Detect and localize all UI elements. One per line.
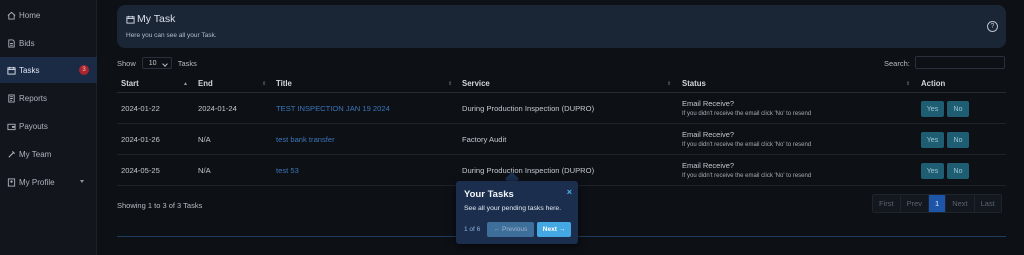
pagination-page-1[interactable]: 1 (929, 195, 947, 212)
pagination-next[interactable]: Next (946, 195, 975, 212)
profile-icon (6, 177, 16, 187)
end-date: N/A (198, 135, 211, 144)
home-icon (6, 10, 16, 20)
show-label: Show (117, 58, 136, 68)
pagination-last[interactable]: Last (974, 195, 1001, 212)
tasks-label: Tasks (177, 58, 197, 68)
tour-previous-button[interactable]: ← Previous (487, 222, 534, 237)
close-icon[interactable]: × (567, 187, 572, 197)
column-header-start[interactable]: Start (121, 79, 139, 88)
pagination: First Prev 1 Next Last (872, 194, 1002, 213)
tasks-table: Start ▲ End ⇕ Title ⇕ Service ⇕ Status ⇕… (117, 75, 1006, 186)
column-header-title[interactable]: Title (276, 79, 292, 88)
calendar-icon (6, 65, 16, 75)
column-header-service[interactable]: Service (462, 79, 490, 88)
no-button[interactable]: No (947, 101, 969, 117)
status-note: If you didn't receive the email click 'N… (682, 173, 812, 179)
sidebar-item-tasks[interactable]: Tasks 3 (0, 57, 97, 83)
chevron-down-icon (80, 180, 84, 183)
sidebar-item-label: Payouts (19, 121, 48, 131)
page-title: My Task (126, 13, 175, 25)
sort-icon: ⇕ (448, 81, 453, 87)
no-button[interactable]: No (947, 132, 969, 148)
sidebar-item-reports[interactable]: Reports (0, 85, 97, 111)
page-size-control: Show 10 Tasks (117, 57, 197, 69)
search-input[interactable] (915, 56, 1005, 69)
sidebar: Home Bids Tasks 3 Reports Payouts My Tea… (0, 0, 97, 255)
start-date: 2024-01-26 (121, 135, 160, 144)
yes-button[interactable]: Yes (921, 101, 944, 117)
search-label: Search: (884, 59, 910, 68)
sidebar-item-bids[interactable]: Bids (0, 30, 97, 56)
tour-next-button[interactable]: Next → (537, 222, 571, 237)
task-title-link[interactable]: TEST INSPECTION JAN 19 2024 (276, 104, 390, 113)
service: During Production Inspection (DUPRO) (462, 166, 595, 175)
page-subtitle: Here you can see all your Task. (126, 32, 217, 39)
sort-icon: ⇕ (906, 81, 911, 87)
table-row: 2024-01-22 2024-01-24 TEST INSPECTION JA… (117, 93, 1006, 124)
help-icon[interactable]: ? (987, 21, 998, 32)
sidebar-item-my-team[interactable]: My Team (0, 141, 97, 167)
sort-icon: ⇕ (667, 81, 672, 87)
calendar-icon (126, 15, 135, 24)
end-date: 2024-01-24 (198, 104, 237, 113)
sidebar-item-label: Tasks (19, 65, 40, 75)
service: During Production Inspection (DUPRO) (462, 104, 595, 113)
yes-button[interactable]: Yes (921, 132, 944, 148)
yes-button[interactable]: Yes (921, 163, 944, 179)
tour-popover: Your Tasks × See all your pending tasks … (456, 181, 578, 244)
pagination-first[interactable]: First (873, 195, 901, 212)
task-count-badge: 3 (79, 65, 89, 75)
sidebar-item-label: My Profile (19, 177, 55, 187)
page-size-value: 10 (148, 59, 157, 67)
table-row: 2024-01-26 N/A test bank transfer Factor… (117, 124, 1006, 155)
sidebar-item-payouts[interactable]: Payouts (0, 113, 97, 139)
end-date: N/A (198, 166, 211, 175)
tour-title: Your Tasks (464, 189, 514, 200)
column-header-status[interactable]: Status (682, 79, 706, 88)
start-date: 2024-01-22 (121, 104, 160, 113)
service: Factory Audit (462, 135, 507, 144)
team-icon (6, 149, 16, 159)
status-text: Email Receive? (682, 130, 735, 139)
page-header: My Task Here you can see all your Task. … (117, 5, 1006, 48)
pagination-prev[interactable]: Prev (900, 195, 930, 212)
wallet-icon (6, 121, 16, 131)
task-title-link[interactable]: test bank transfer (276, 135, 335, 144)
sidebar-item-my-profile[interactable]: My Profile (0, 169, 97, 195)
table-info: Showing 1 to 3 of 3 Tasks (117, 201, 203, 210)
sidebar-item-label: My Team (19, 149, 52, 159)
page-size-select[interactable]: 10 (141, 57, 172, 69)
sort-asc-icon: ▲ (183, 81, 188, 87)
status-text: Email Receive? (682, 161, 735, 170)
column-header-end[interactable]: End (198, 79, 213, 88)
sidebar-item-label: Reports (19, 93, 48, 103)
sidebar-item-home[interactable]: Home (0, 2, 97, 28)
status-note: If you didn't receive the email click 'N… (682, 111, 812, 117)
task-title-link[interactable]: test 53 (276, 166, 299, 175)
tour-description: See all your pending tasks here. (464, 205, 562, 212)
sidebar-item-label: Bids (19, 38, 35, 48)
sort-icon: ⇕ (262, 81, 267, 87)
document-icon (6, 38, 16, 48)
column-header-action: Action (921, 79, 946, 88)
table-header: Start ▲ End ⇕ Title ⇕ Service ⇕ Status ⇕… (117, 75, 1006, 93)
page-title-text: My Task (137, 13, 176, 25)
sidebar-item-label: Home (19, 10, 41, 20)
start-date: 2024-05-25 (121, 166, 160, 175)
status-note: If you didn't receive the email click 'N… (682, 142, 812, 148)
report-icon (6, 93, 16, 103)
tour-progress: 1 of 6 (464, 226, 481, 233)
no-button[interactable]: No (947, 163, 969, 179)
status-text: Email Receive? (682, 99, 735, 108)
